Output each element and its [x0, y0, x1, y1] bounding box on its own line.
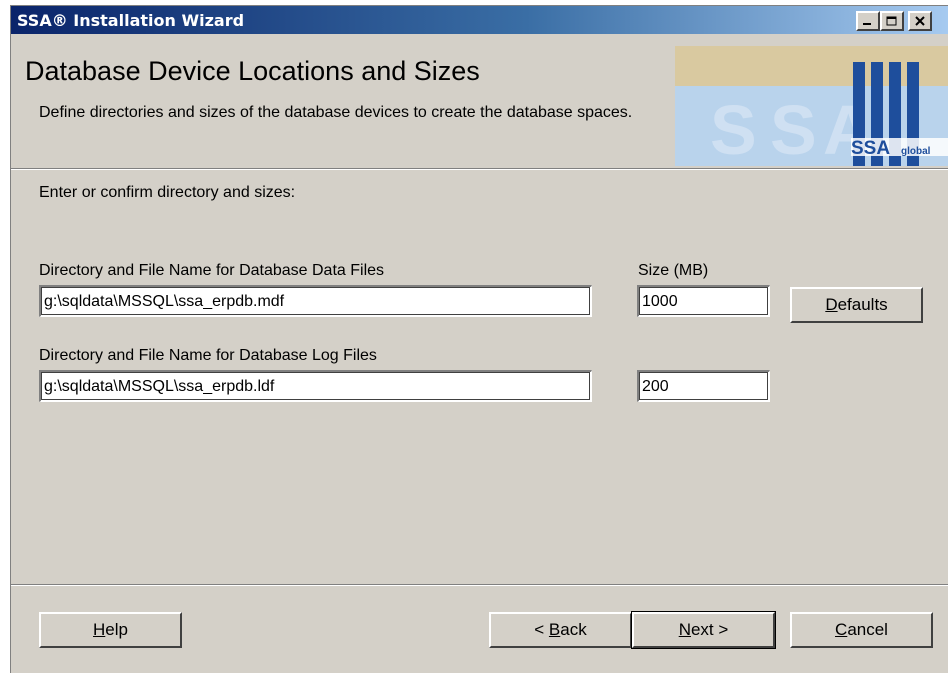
logo-text: SSA [851, 138, 890, 159]
minimize-icon [863, 23, 871, 25]
cancel-button[interactable]: Cancel [790, 612, 933, 648]
instruction-text: Enter or confirm directory and sizes: [39, 184, 296, 201]
log-file-size-input[interactable] [637, 370, 770, 402]
maximize-icon [886, 16, 897, 25]
data-file-size-input[interactable] [637, 285, 770, 317]
logo-subtext: global [901, 146, 931, 157]
svg-text:S: S [770, 91, 817, 166]
ssa-logo: S S A SSA global [675, 46, 948, 166]
page-description: Define directories and sizes of the data… [39, 104, 633, 121]
log-file-path-input[interactable] [39, 370, 592, 402]
close-icon [915, 15, 925, 26]
installer-window: SSA® Installation Wizard Database Device… [10, 5, 948, 673]
next-button[interactable]: Next > [631, 611, 776, 649]
minimize-button[interactable] [856, 11, 880, 31]
footer-divider [11, 584, 948, 586]
data-files-label: Directory and File Name for Database Dat… [39, 262, 385, 279]
help-button[interactable]: Help [39, 612, 182, 648]
window-title: SSA® Installation Wizard [17, 11, 245, 30]
close-button[interactable] [908, 11, 932, 31]
wizard-header: Database Device Locations and Sizes Defi… [11, 34, 948, 168]
svg-text:S: S [710, 91, 757, 166]
ssa-logo-graphic: S S A SSA global [675, 46, 948, 166]
data-file-path-input[interactable] [39, 285, 592, 317]
defaults-button[interactable]: Defaults [790, 287, 923, 323]
header-divider [11, 168, 948, 170]
back-button[interactable]: < Back [489, 612, 632, 648]
page-title: Database Device Locations and Sizes [25, 56, 480, 86]
maximize-button[interactable] [880, 11, 904, 31]
size-label: Size (MB) [638, 262, 709, 279]
title-bar[interactable]: SSA® Installation Wizard [11, 6, 948, 34]
log-files-label: Directory and File Name for Database Log… [39, 347, 377, 364]
